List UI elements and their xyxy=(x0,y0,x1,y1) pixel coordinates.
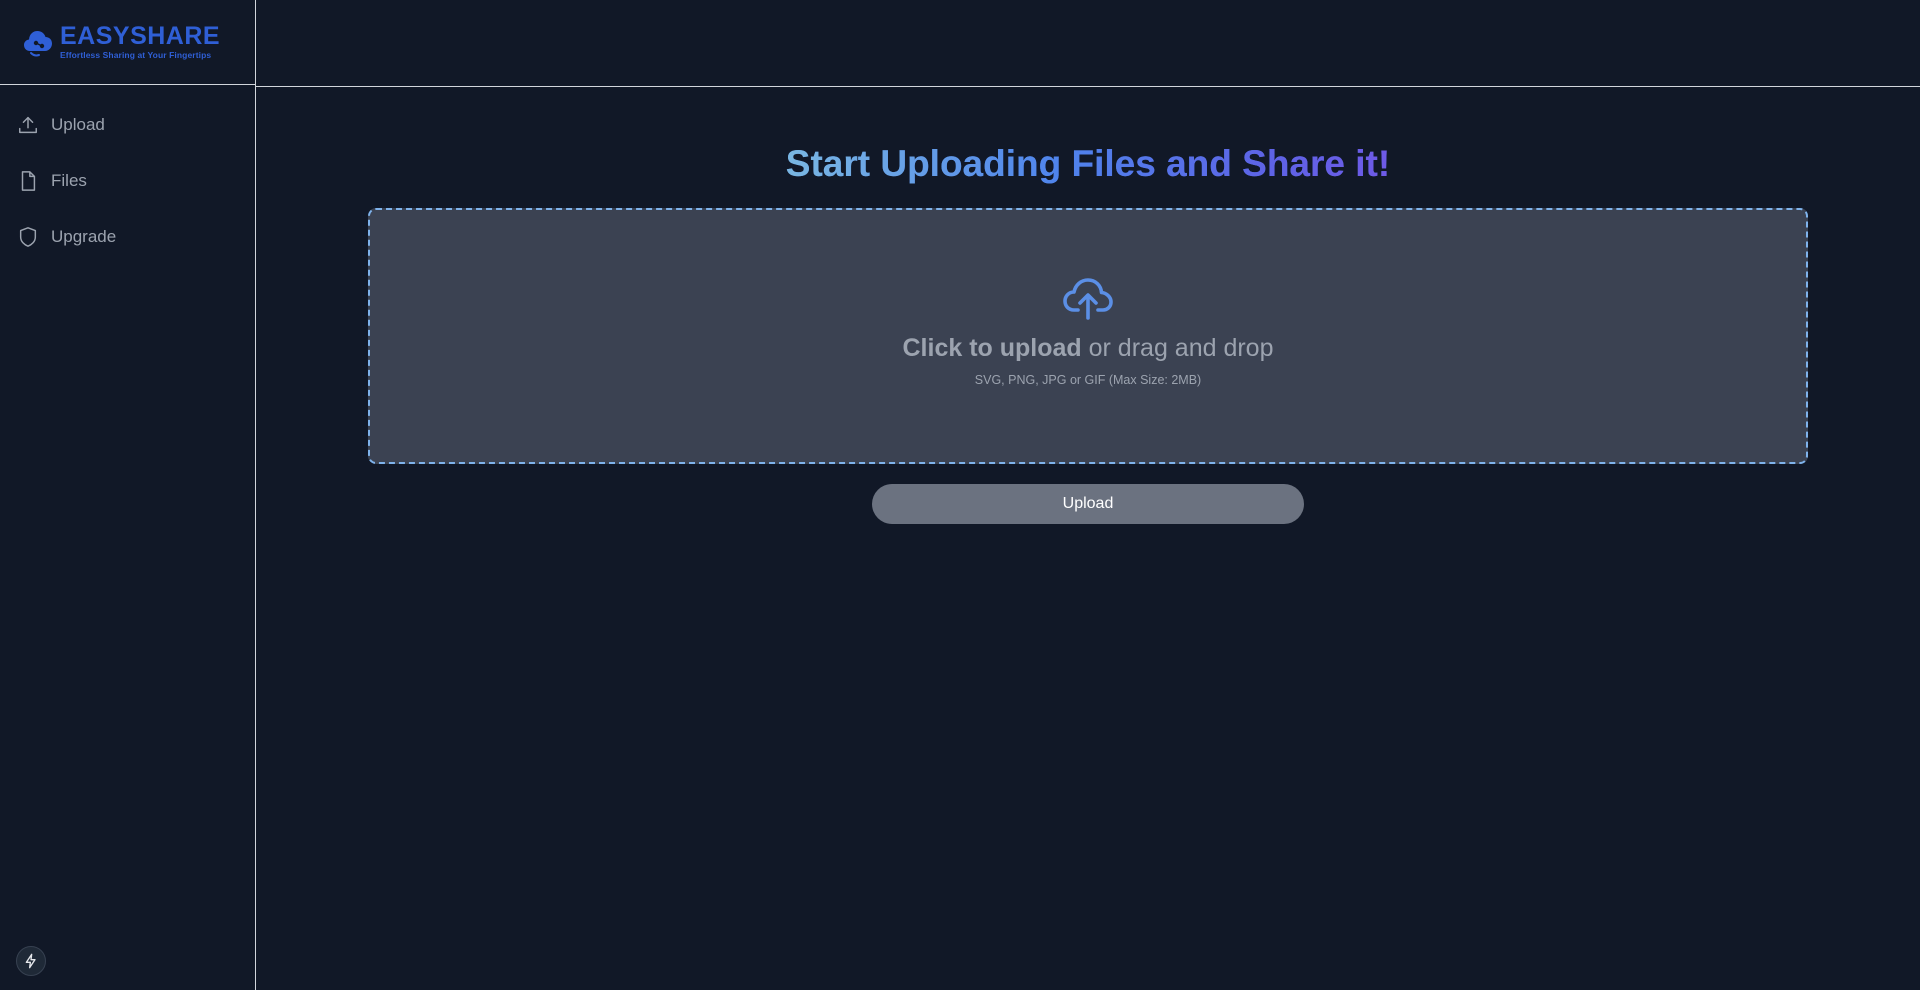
file-dropzone[interactable]: Click to upload or drag and drop SVG, PN… xyxy=(368,208,1808,464)
page-title-text: Start Uploading Files and Share it! xyxy=(785,143,1391,184)
dropzone-instruction: Click to upload or drag and drop xyxy=(903,334,1274,363)
sidebar-item-files[interactable]: Files xyxy=(0,153,255,209)
upload-icon xyxy=(19,116,37,134)
file-icon xyxy=(21,171,36,191)
drag-drop-text: or drag and drop xyxy=(1081,334,1274,362)
quick-action-button[interactable] xyxy=(16,946,46,976)
sidebar-nav: Upload Files Upgrade xyxy=(0,85,255,265)
brand-tagline: Effortless Sharing at Your Fingertips xyxy=(60,50,212,61)
sidebar: EASYSHARE Effortless Sharing at Your Fin… xyxy=(0,0,256,990)
sidebar-item-upload[interactable]: Upload xyxy=(0,97,255,153)
sidebar-item-label: Upgrade xyxy=(51,227,117,246)
shield-icon xyxy=(19,227,37,247)
upload-button[interactable]: Upload xyxy=(872,484,1304,524)
sidebar-item-label: Upload xyxy=(51,115,105,134)
click-to-upload-text[interactable]: Click to upload xyxy=(903,334,1082,362)
logo[interactable]: EASYSHARE Effortless Sharing at Your Fin… xyxy=(0,0,255,85)
app-root: EASYSHARE Effortless Sharing at Your Fin… xyxy=(0,0,1920,990)
sidebar-item-label: Files xyxy=(51,171,87,190)
brand-name: EASYSHARE xyxy=(60,22,221,51)
page-title: Start Uploading Files and Share it! xyxy=(256,143,1920,185)
cloud-upload-icon xyxy=(1063,278,1113,320)
top-bar xyxy=(256,0,1920,87)
sidebar-item-upgrade[interactable]: Upgrade xyxy=(0,209,255,265)
main-content: Start Uploading Files and Share it! Clic… xyxy=(256,87,1920,990)
dropzone-hint: SVG, PNG, JPG or GIF (Max Size: 2MB) xyxy=(974,373,1202,387)
bolt-icon xyxy=(25,953,36,969)
logo-cloud-icon xyxy=(24,31,52,57)
